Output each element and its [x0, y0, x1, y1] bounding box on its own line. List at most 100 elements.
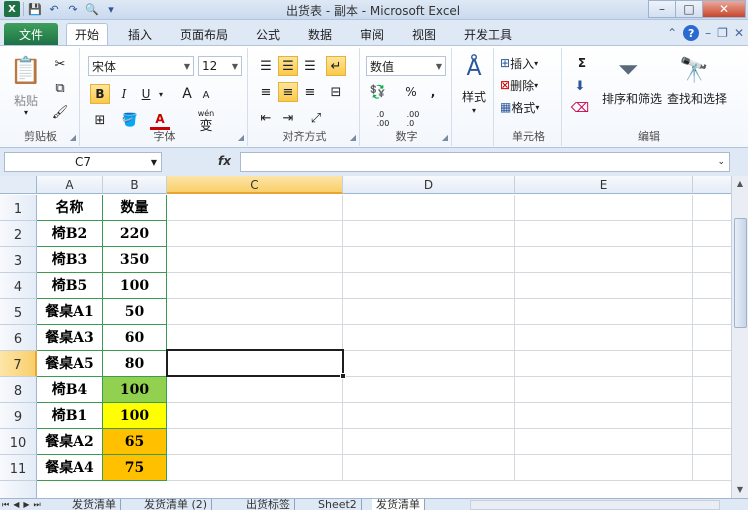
format-cells-button[interactable]: ▦ 格式 ▾ [500, 98, 560, 116]
paste-dropdown-icon[interactable]: ▾ [8, 106, 44, 118]
cell-d9[interactable] [343, 403, 515, 429]
column-header-b[interactable]: B [103, 176, 167, 194]
styles-dropdown-icon[interactable]: ▾ [454, 104, 494, 116]
sheet-tab-4[interactable]: Sheet2 [314, 499, 362, 510]
sort-filter-button[interactable]: 排序和筛选 [600, 90, 664, 106]
increase-indent-icon[interactable]: ⇥ [278, 108, 298, 128]
cell-a1[interactable]: 名称 [37, 195, 103, 221]
cell-a7[interactable]: 餐桌A5 [37, 351, 103, 377]
cell-e6[interactable] [515, 325, 693, 351]
cell-e2[interactable] [515, 221, 693, 247]
row-header-3[interactable]: 3 [0, 247, 37, 273]
insert-cells-button[interactable]: ⊞ 插入 ▾ [500, 54, 560, 72]
cell-a10[interactable]: 餐桌A2 [37, 429, 103, 455]
expand-formula-icon[interactable]: ⌄ [717, 157, 725, 167]
cell-e8[interactable] [515, 377, 693, 403]
workbook-close-icon[interactable]: ✕ [734, 26, 744, 40]
cell-d3[interactable] [343, 247, 515, 273]
clear-icon[interactable]: ⌫ [570, 98, 590, 118]
underline-dropdown-icon[interactable]: ▾ [156, 84, 166, 104]
active-cell-c7[interactable] [166, 349, 346, 379]
column-header-a[interactable]: A [37, 176, 103, 194]
prev-sheet-icon[interactable]: ◀ [13, 499, 19, 510]
copy-icon[interactable]: ⧉ [50, 78, 70, 98]
align-top-icon[interactable]: ☰ [256, 56, 276, 76]
find-select-button[interactable]: 查找和选择 [664, 90, 730, 106]
decrease-indent-icon[interactable]: ⇤ [256, 108, 276, 128]
alignment-launcher-icon[interactable]: ◢ [350, 133, 356, 142]
clipboard-launcher-icon[interactable]: ◢ [70, 133, 76, 142]
grow-font-button[interactable]: A [178, 84, 196, 104]
cell-c10[interactable] [167, 429, 343, 455]
align-right-icon[interactable]: ≡ [300, 82, 320, 102]
tab-view[interactable]: 视图 [404, 23, 444, 45]
worksheet-grid[interactable]: A B C D E 1 名称 数量 2 椅B2 220 3 椅B3 350 4 椅B5 100 5 餐桌A… [0, 176, 748, 498]
currency-format-icon[interactable]: 💱 [368, 82, 388, 102]
sheet-tab-2[interactable]: 发货清单 (2) [140, 499, 213, 510]
cell-b4[interactable]: 100 [103, 273, 167, 299]
styles-icon[interactable]: Å [458, 52, 490, 84]
cell-d2[interactable] [343, 221, 515, 247]
sort-filter-icon[interactable]: ⏷ [608, 52, 648, 88]
sheet-tab-1[interactable]: 发货清单 [68, 499, 121, 510]
tab-formulas[interactable]: 公式 [248, 23, 288, 45]
vertical-scrollbar[interactable]: ▲ ▼ [731, 176, 748, 498]
format-painter-icon[interactable]: 🖌 [50, 102, 70, 122]
minimize-button[interactable]: – [648, 0, 676, 18]
cell-c4[interactable] [167, 273, 343, 299]
row-header-7[interactable]: 7 [0, 351, 37, 377]
cell-b5[interactable]: 50 [103, 299, 167, 325]
align-bottom-icon[interactable]: ☰ [300, 56, 320, 76]
cell-e11[interactable] [515, 455, 693, 481]
align-center-icon[interactable]: ≡ [278, 82, 298, 102]
redo-icon[interactable]: ↷ [65, 1, 81, 17]
font-size-dropdown-icon[interactable]: ▼ [232, 62, 238, 71]
customize-qat-icon[interactable]: ▾ [103, 1, 119, 17]
row-header-5[interactable]: 5 [0, 299, 37, 325]
cell-c1[interactable] [167, 195, 343, 221]
fill-icon[interactable]: ⬇ [570, 76, 590, 96]
cell-b9[interactable]: 100 [103, 403, 167, 429]
horizontal-scrollbar[interactable] [470, 500, 720, 510]
font-launcher-icon[interactable]: ◢ [238, 133, 244, 142]
styles-button-label[interactable]: 样式 [454, 88, 494, 104]
cell-d4[interactable] [343, 273, 515, 299]
tab-data[interactable]: 数据 [300, 23, 340, 45]
cell-a2[interactable]: 椅B2 [37, 221, 103, 247]
cell-a5[interactable]: 餐桌A1 [37, 299, 103, 325]
row-header-6[interactable]: 6 [0, 325, 37, 351]
cell-b11[interactable]: 75 [103, 455, 167, 481]
tab-review[interactable]: 审阅 [352, 23, 392, 45]
cell-c9[interactable] [167, 403, 343, 429]
scroll-up-arrow-icon[interactable]: ▲ [732, 176, 748, 192]
cell-c5[interactable] [167, 299, 343, 325]
cell-c3[interactable] [167, 247, 343, 273]
number-format-combo[interactable]: 数值 ▼ [366, 56, 446, 76]
row-header-11[interactable]: 11 [0, 455, 37, 481]
cell-b1[interactable]: 数量 [103, 195, 167, 221]
font-size-combo[interactable]: 12 ▼ [198, 56, 242, 76]
cell-c6[interactable] [167, 325, 343, 351]
cell-e1[interactable] [515, 195, 693, 221]
percent-style-button[interactable]: % [402, 82, 420, 102]
wrap-text-icon[interactable]: ↵ [326, 56, 346, 76]
select-all-corner[interactable] [0, 176, 37, 194]
cell-e4[interactable] [515, 273, 693, 299]
row-header-9[interactable]: 9 [0, 403, 37, 429]
autosum-button[interactable]: Σ [570, 54, 594, 72]
cut-icon[interactable]: ✂ [50, 54, 70, 74]
bold-button[interactable]: B [90, 84, 110, 104]
tab-file[interactable]: 文件 [4, 23, 58, 45]
column-header-d[interactable]: D [343, 176, 515, 194]
row-header-10[interactable]: 10 [0, 429, 37, 455]
tab-home[interactable]: 开始 [66, 23, 109, 45]
cell-a11[interactable]: 餐桌A4 [37, 455, 103, 481]
workbook-minimize-icon[interactable]: – [705, 26, 711, 40]
merge-center-icon[interactable]: ⊟ [326, 82, 346, 102]
cell-d1[interactable] [343, 195, 515, 221]
column-header-c[interactable]: C [167, 176, 343, 194]
cell-d11[interactable] [343, 455, 515, 481]
print-preview-icon[interactable]: 🔍 [84, 1, 100, 17]
cell-b10[interactable]: 65 [103, 429, 167, 455]
shrink-font-button[interactable]: A [198, 86, 214, 104]
